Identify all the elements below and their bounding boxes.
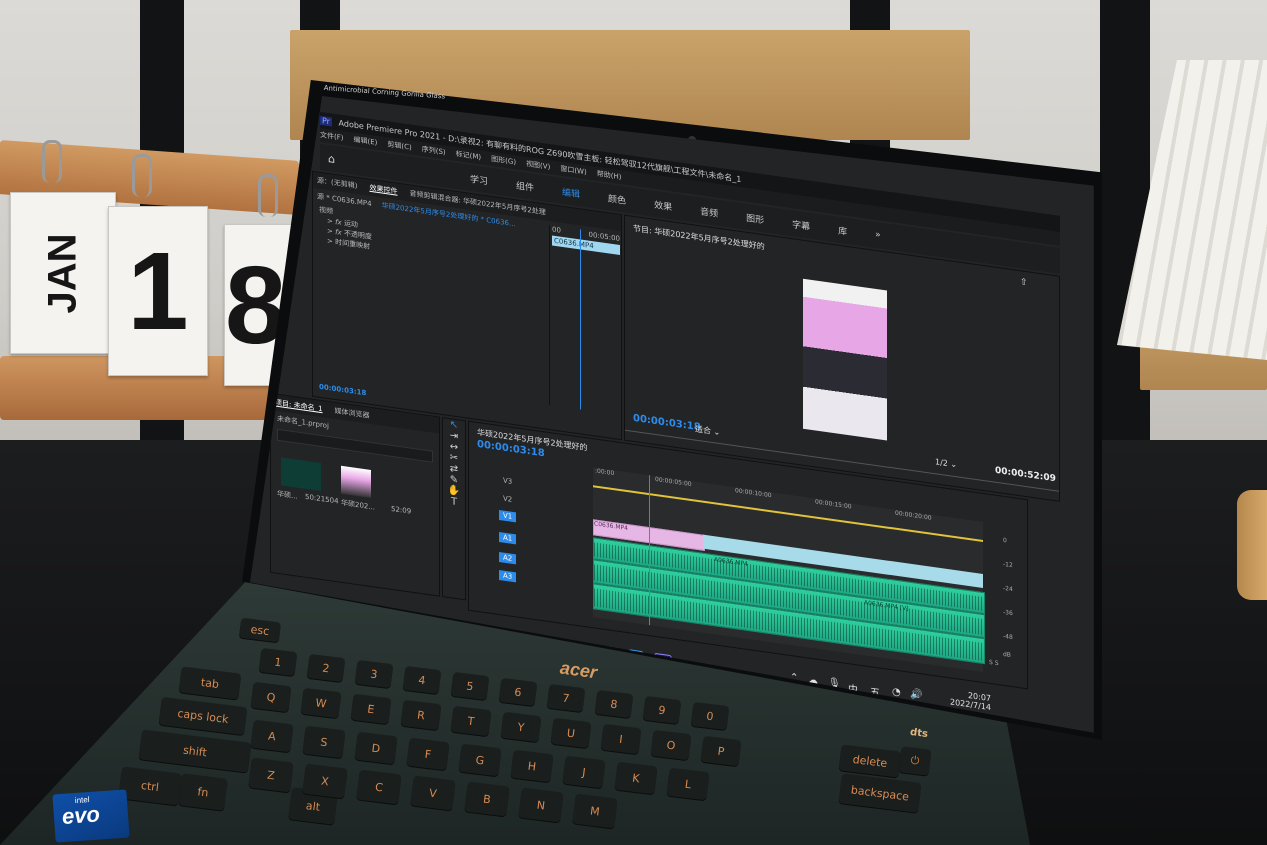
calendar-month: JAN (40, 232, 85, 314)
key-backspace: backspace (838, 773, 922, 813)
key-p: P (700, 735, 742, 767)
home-icon[interactable]: ⌂ (328, 151, 335, 165)
key-k: K (614, 761, 658, 795)
resolution-dropdown[interactable]: 1/2 ⌄ (935, 457, 957, 469)
menu-sequence[interactable]: 序列(S) (422, 142, 446, 159)
menu-file[interactable]: 文件(F) (320, 128, 344, 145)
project-item-audio-thumb[interactable] (281, 457, 321, 491)
track-v3[interactable]: V3 (503, 477, 512, 486)
tools-panel: ↖ ⇥ ↔ ✂ ⇄ ✎ ✋ T (442, 416, 466, 601)
intel-evo-sticker: intel evo (52, 789, 130, 843)
meter-label: -36 (1003, 608, 1013, 618)
workspace-libraries[interactable]: 库 (838, 223, 847, 237)
program-duration: 00:00:52:09 (995, 465, 1056, 485)
key-f: F (406, 737, 450, 771)
calendar-ring (42, 140, 62, 183)
program-timecode[interactable]: 00:00:03:18 (633, 413, 701, 434)
menu-help[interactable]: 帮助(H) (597, 167, 622, 184)
audio-meter: 0 -12 -24 -36 -48 dB S S (989, 535, 1023, 680)
project-item-duration-2: 52:09 (391, 504, 412, 516)
key-h: H (510, 749, 554, 783)
effect-mini-timeline: 00 00:05:00 C0636.MP4 (549, 225, 622, 416)
export-icon[interactable]: ⇧ (1020, 277, 1028, 288)
menu-view[interactable]: 视图(V) (526, 157, 550, 174)
timeline-playhead[interactable] (649, 475, 650, 626)
track-a2[interactable]: A2 (499, 551, 517, 565)
meter-label: -48 (1003, 632, 1013, 642)
calendar-ring (132, 154, 152, 197)
menu-edit[interactable]: 编辑(E) (354, 133, 378, 150)
key-n: N (518, 787, 564, 823)
menu-window[interactable]: 窗口(W) (560, 162, 586, 180)
meter-label: dB (1003, 650, 1011, 659)
calendar-day-card-1: 1 (108, 206, 208, 376)
key-j: J (562, 755, 606, 789)
project-item-name-1: 华硕... (277, 489, 298, 501)
more-workspaces-icon[interactable]: » (875, 230, 881, 241)
workspace-editing[interactable]: 编辑 (562, 184, 580, 200)
workspace-captions[interactable]: 字幕 (792, 217, 810, 233)
key-z: Z (248, 757, 294, 793)
workspace-learn[interactable]: 学习 (470, 171, 488, 187)
effect-controls-panel: 源：(无剪辑) 效果控件 音频剪辑混合器: 华硕2022年5月序号2处理 源 *… (312, 170, 622, 441)
menu-clip[interactable]: 剪辑(C) (387, 137, 411, 154)
key-c: C (356, 769, 402, 805)
ruler-label: 00:00:20:00 (895, 509, 932, 522)
program-video-frame (803, 278, 887, 441)
meter-label: -24 (1003, 584, 1013, 594)
workspace-graphics[interactable]: 图形 (746, 210, 764, 226)
key-v: V (410, 775, 456, 811)
project-panel: 项目: 未命名_1 媒体浏览器 未命名_1.prproj 华硕... 50:21… (270, 392, 440, 597)
menu-graphics[interactable]: 图形(G) (491, 152, 516, 169)
fit-dropdown[interactable]: 适合 ⌄ (695, 424, 720, 439)
track-headers: V3 V2 V1 A1 A2 A3 (469, 462, 593, 629)
calendar-day-digit: 1 (127, 229, 189, 353)
workspace-effects[interactable]: 效果 (654, 197, 672, 213)
key-b: B (464, 781, 510, 817)
volume-icon[interactable]: 🔊 (910, 689, 922, 702)
key-caps-lock: caps lock (158, 696, 248, 736)
photo-scene: JAN 1 8 acer esc tab caps lock shift ctr… (0, 0, 1267, 845)
workspace-color[interactable]: 颜色 (608, 191, 626, 207)
key-delete: delete (838, 744, 902, 778)
ruler-label: 00:00:15:00 (815, 498, 852, 511)
calendar-month-card: JAN (10, 192, 116, 354)
key-l: L (666, 767, 710, 801)
track-v2[interactable]: V2 (503, 495, 512, 504)
mini-playhead[interactable] (580, 229, 581, 410)
key-fn: fn (178, 773, 228, 811)
key-x: X (302, 763, 348, 799)
meter-solo[interactable]: S S (989, 659, 999, 667)
wifi-icon[interactable]: ◔ (892, 686, 901, 698)
type-tool-icon[interactable]: T (443, 495, 465, 509)
project-item-name-2: 华硕202... (341, 498, 376, 512)
ruler-label: 00:00:10:00 (735, 487, 772, 500)
meter-label: -12 (1003, 560, 1013, 570)
key-tab: tab (178, 666, 242, 700)
resolution-value: 1/2 (935, 457, 948, 469)
track-a1[interactable]: A1 (499, 531, 517, 545)
power-icon: ⏻ (898, 746, 932, 776)
key-m: M (572, 793, 618, 829)
lamp-base (1237, 490, 1267, 600)
workspace-audio[interactable]: 音频 (700, 204, 718, 220)
video-clip-label: C0636.MP4 (594, 520, 628, 533)
project-item-sequence-thumb[interactable] (341, 465, 371, 499)
effect-timecode[interactable]: 00:00:03:18 (319, 383, 366, 398)
fit-value: 适合 (695, 424, 711, 436)
track-a3[interactable]: A3 (499, 569, 517, 583)
project-item-duration-1: 50:21504 (305, 492, 339, 506)
track-v1[interactable]: V1 (499, 509, 517, 523)
key-shift: shift (138, 729, 252, 773)
sticker-evo: evo (61, 801, 101, 829)
workspace-assembly[interactable]: 组件 (516, 178, 534, 194)
menu-marker[interactable]: 标记(M) (456, 147, 482, 165)
mini-ruler-start: 00 (552, 225, 561, 235)
key-g: G (458, 743, 502, 777)
ruler-label: 00:00:05:00 (655, 475, 692, 489)
meter-label: 0 (1003, 536, 1007, 545)
ruler-label: :00:00 (595, 467, 615, 478)
premiere-app-icon: Pr (320, 115, 332, 127)
